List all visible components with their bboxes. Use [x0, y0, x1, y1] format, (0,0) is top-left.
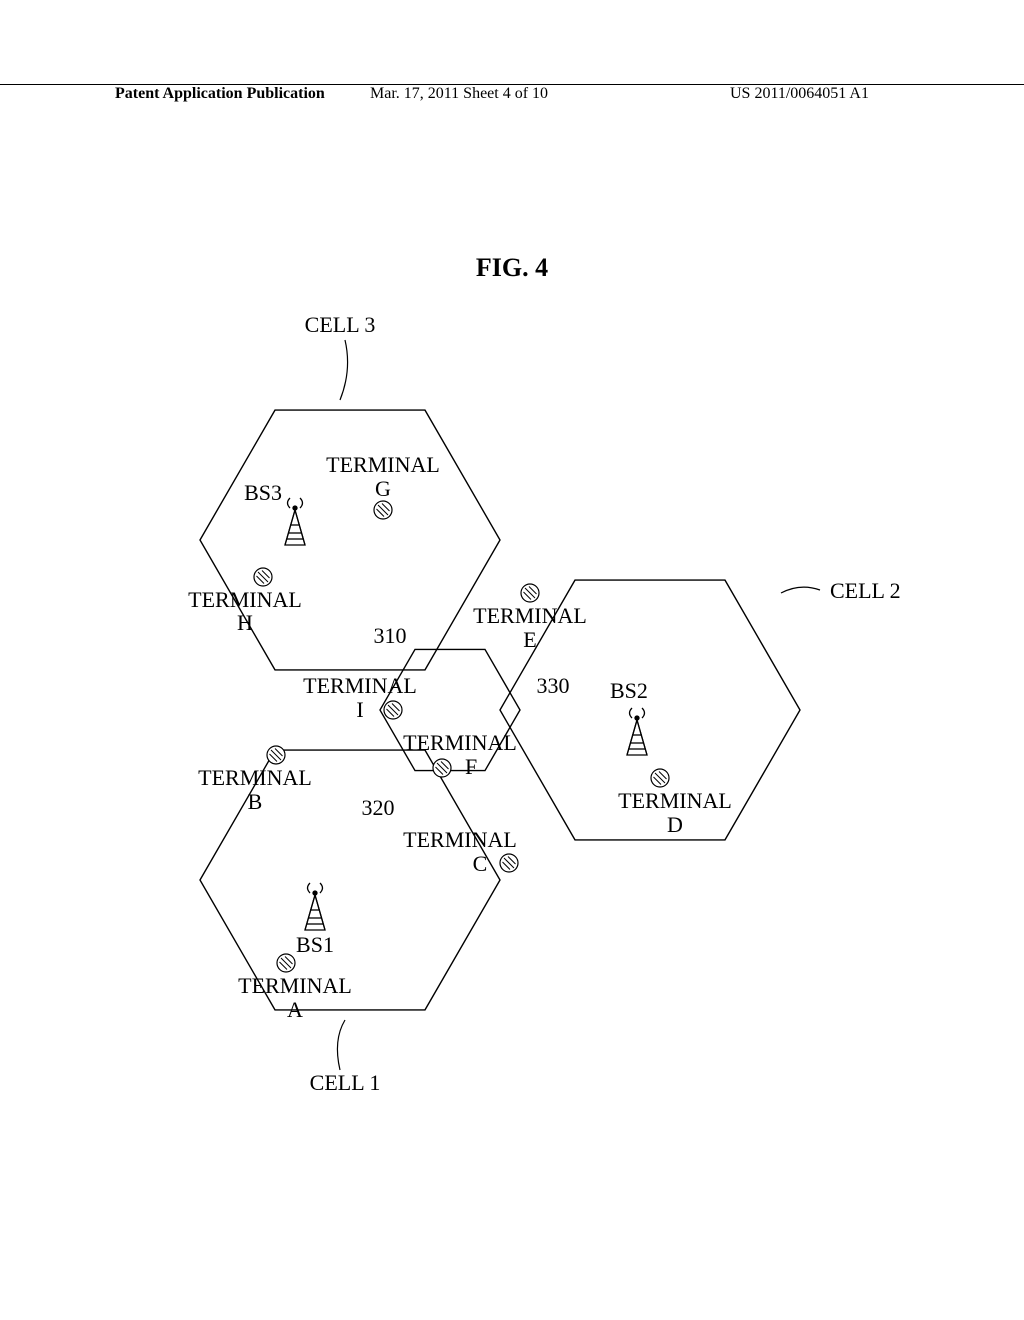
terminal-a-label-1: TERMINAL	[238, 973, 352, 998]
cell-1-leader	[337, 1020, 345, 1070]
terminal-e-label-1: TERMINAL	[473, 603, 587, 628]
cell-3-leader	[340, 340, 348, 400]
terminal-b-label-1: TERMINAL	[198, 765, 312, 790]
terminal-f-icon	[433, 759, 451, 777]
header-publication: Patent Application Publication	[115, 85, 325, 103]
header-patent-number: US 2011/0064051 A1	[730, 85, 869, 103]
region-330-label: 330	[537, 673, 570, 698]
bs2-icon	[627, 708, 647, 755]
terminal-g-label-1: TERMINAL	[326, 452, 440, 477]
terminal-d-icon	[651, 769, 669, 787]
terminal-a-label-2: A	[287, 997, 303, 1022]
region-320-label: 320	[362, 795, 395, 820]
terminal-b-icon	[267, 746, 285, 764]
cell-2-label: CELL 2	[830, 578, 901, 603]
figure-title: FIG. 4	[0, 253, 1024, 283]
terminal-d-label-2: D	[667, 812, 683, 837]
terminal-i-label-2: I	[356, 697, 363, 722]
bs1-icon	[305, 883, 325, 930]
terminal-c-icon	[500, 854, 518, 872]
page-header: Patent Application Publication Mar. 17, …	[0, 84, 1024, 87]
terminal-g-icon	[374, 501, 392, 519]
terminal-g-label-2: G	[375, 476, 391, 501]
terminal-f-label-2: F	[465, 754, 477, 779]
terminal-h-label-2: H	[237, 610, 253, 635]
terminal-f-label-1: TERMINAL	[403, 730, 517, 755]
terminal-a-icon	[277, 954, 295, 972]
terminal-e-label-2: E	[523, 627, 536, 652]
terminal-i-icon	[384, 701, 402, 719]
terminal-d-label-1: TERMINAL	[618, 788, 732, 813]
terminal-c-label-2: C	[473, 851, 488, 876]
bs3-label: BS3	[244, 480, 282, 505]
cellular-diagram: CELL 3 CELL 2 CELL 1 BS3 BS2 BS1 TERMINA…	[120, 300, 910, 1120]
bs3-icon	[285, 498, 305, 545]
cell-1-label: CELL 1	[310, 1070, 381, 1095]
terminal-e-icon	[521, 584, 539, 602]
header-date-sheet: Mar. 17, 2011 Sheet 4 of 10	[370, 85, 548, 103]
cell-3-label: CELL 3	[305, 312, 376, 337]
terminal-b-label-2: B	[248, 789, 263, 814]
bs1-label: BS1	[296, 932, 334, 957]
terminal-c-label-1: TERMINAL	[403, 827, 517, 852]
cell-2-leader	[781, 587, 820, 593]
terminal-i-label-1: TERMINAL	[303, 673, 417, 698]
bs2-label: BS2	[610, 678, 648, 703]
terminal-h-label-1: TERMINAL	[188, 587, 302, 612]
terminal-h-icon	[254, 568, 272, 586]
region-310-label: 310	[374, 623, 407, 648]
